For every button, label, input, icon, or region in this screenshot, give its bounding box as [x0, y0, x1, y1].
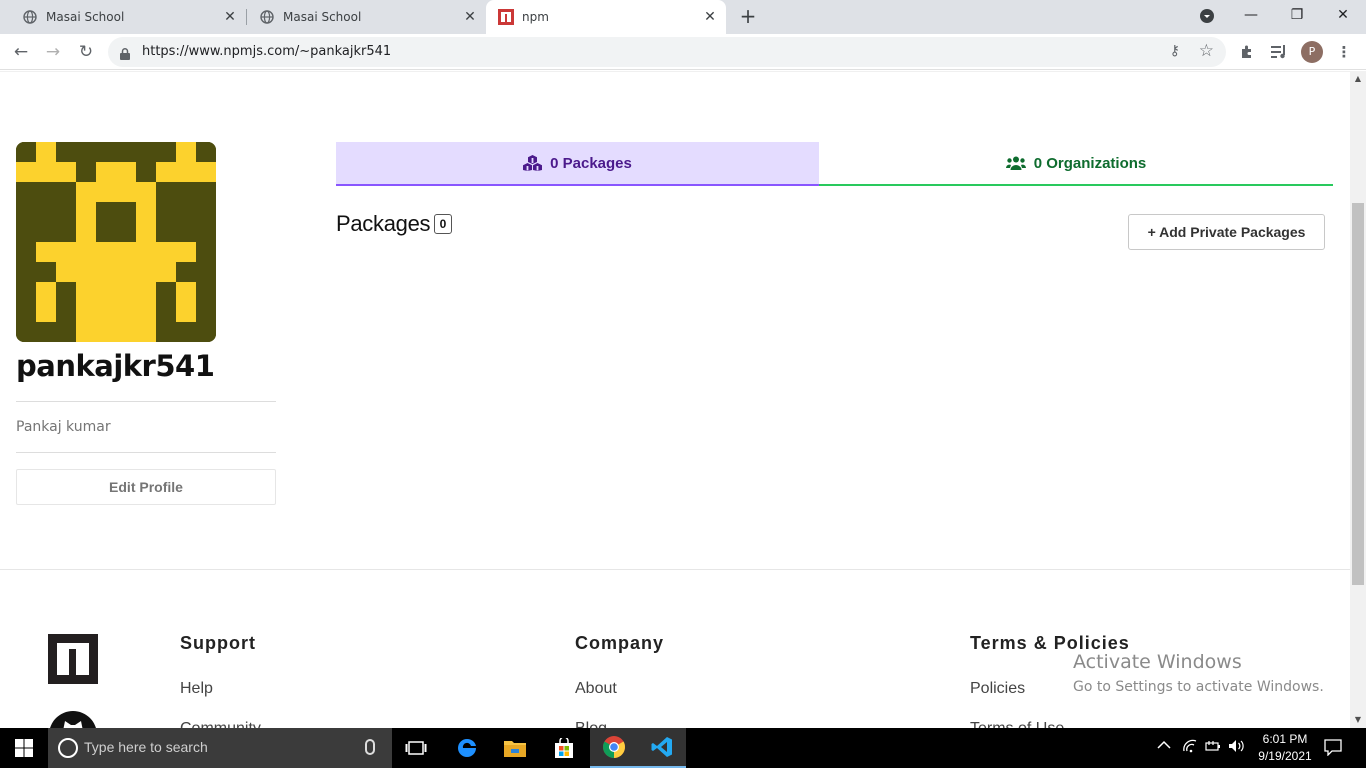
close-tab-icon[interactable]: ✕ [462, 9, 478, 25]
menu-kebab-icon[interactable]: ⋮ [1333, 41, 1355, 63]
npm-logo-icon[interactable] [48, 634, 98, 684]
users-icon [1005, 156, 1026, 170]
packages-heading: Packages [336, 211, 431, 236]
close-tab-icon[interactable]: ✕ [702, 9, 718, 25]
browser-tab[interactable]: Masai School ✕ [237, 0, 486, 34]
close-window-icon[interactable]: ✕ [1320, 0, 1366, 30]
browser-tab-active[interactable]: npm ✕ [486, 0, 726, 34]
address-bar[interactable]: https://www.npmjs.com/~pankajkr541 ⚷ ☆ [108, 37, 1226, 67]
microphone-icon[interactable] [365, 739, 375, 755]
profile-full-name: Pankaj kumar [16, 419, 111, 435]
globe-icon [259, 9, 275, 25]
reload-icon[interactable]: ↻ [73, 39, 99, 65]
npm-icon [498, 9, 514, 25]
activate-windows-watermark: Activate Windows Go to Settings to activ… [1073, 651, 1324, 695]
footer-link-community[interactable]: Community [180, 720, 261, 728]
footer-divider [0, 569, 1350, 570]
footer-link-blog[interactable]: Blog [575, 720, 664, 728]
tab-organizations[interactable]: 0 Organizations [819, 142, 1333, 186]
taskbar-search-placeholder: Type here to search [84, 739, 208, 755]
footer-link-help[interactable]: Help [180, 680, 261, 702]
lock-icon [120, 45, 130, 60]
tab-packages[interactable]: 0 Packages [336, 142, 819, 186]
user-avatar [16, 142, 216, 342]
chrome-icon[interactable] [590, 728, 638, 768]
restore-icon[interactable]: ❐ [1274, 0, 1320, 30]
wifi-icon[interactable] [1182, 739, 1198, 757]
browser-tab-title: Masai School [46, 10, 125, 24]
taskbar-search-input[interactable]: Type here to search [48, 728, 392, 768]
page-content: pankajkr541 Pankaj kumar Edit Profile 0 … [0, 71, 1350, 728]
profile-avatar[interactable]: P [1301, 41, 1323, 63]
footer-link-about[interactable]: About [575, 680, 664, 702]
browser-tab-title: npm [522, 10, 549, 24]
browser-toolbar: ← → ↻ https://www.npmjs.com/~pankajkr541… [0, 34, 1366, 70]
footer-link-terms-of-use[interactable]: Terms of Use [970, 720, 1130, 728]
show-hidden-icons-icon[interactable] [1157, 739, 1171, 754]
watermark-subtitle: Go to Settings to activate Windows. [1073, 679, 1324, 695]
browser-tab-strip: Masai School ✕ Masai School ✕ npm ✕ + — … [0, 0, 1366, 34]
browser-tab-title: Masai School [283, 10, 362, 24]
tab-search-icon[interactable] [1184, 0, 1230, 30]
watermark-title: Activate Windows [1073, 651, 1242, 673]
add-private-packages-button[interactable]: + Add Private Packages [1128, 214, 1325, 250]
bookmark-star-icon[interactable]: ☆ [1199, 41, 1214, 61]
footer-company-column: Company About Blog [575, 633, 664, 728]
footer-company-heading: Company [575, 633, 665, 653]
packages-icon [523, 155, 543, 171]
page-scrollbar[interactable]: ▲ ▼ [1350, 71, 1366, 728]
microsoft-store-icon[interactable] [540, 728, 588, 768]
taskbar-clock[interactable]: 6:01 PM 9/19/2021 [1256, 731, 1314, 765]
battery-icon[interactable] [1205, 739, 1221, 757]
windows-taskbar: Type here to search 6:01 PM 9/19/2021 [0, 728, 1366, 768]
edit-profile-button[interactable]: Edit Profile [16, 469, 276, 505]
browser-tab[interactable]: Masai School ✕ [0, 0, 246, 34]
footer-support-column: Support Help Community [180, 633, 261, 728]
clock-date: 9/19/2021 [1258, 749, 1312, 763]
footer-support-heading: Support [180, 633, 256, 653]
edge-browser-icon[interactable] [443, 728, 491, 768]
divider [16, 401, 276, 402]
search-icon [58, 738, 78, 758]
media-control-icon[interactable] [1268, 41, 1290, 63]
volume-icon[interactable] [1228, 739, 1246, 757]
tab-packages-label: 0 Packages [550, 154, 632, 172]
notifications-icon[interactable] [1324, 738, 1342, 760]
file-explorer-icon[interactable] [491, 728, 539, 768]
divider [16, 452, 276, 453]
scroll-down-icon[interactable]: ▼ [1350, 712, 1366, 728]
close-tab-icon[interactable]: ✕ [222, 9, 238, 25]
minimize-icon[interactable]: — [1228, 0, 1274, 30]
forward-icon[interactable]: → [40, 39, 66, 65]
tab-organizations-label: 0 Organizations [1033, 154, 1147, 172]
back-icon[interactable]: ← [8, 39, 34, 65]
windows-start-icon[interactable] [0, 728, 48, 768]
scroll-thumb[interactable] [1352, 203, 1364, 585]
scroll-up-icon[interactable]: ▲ [1350, 71, 1366, 87]
key-icon[interactable]: ⚷ [1170, 43, 1180, 59]
header-edge [0, 71, 1350, 77]
globe-icon [22, 9, 38, 25]
new-tab-icon[interactable]: + [736, 5, 760, 29]
task-view-icon[interactable] [392, 728, 440, 768]
clock-time: 6:01 PM [1262, 732, 1308, 746]
url-text: https://www.npmjs.com/~pankajkr541 [142, 44, 392, 59]
packages-count-badge: 0 [434, 214, 452, 234]
profile-username: pankajkr541 [16, 349, 215, 383]
github-icon[interactable] [49, 711, 97, 728]
extensions-icon[interactable] [1236, 41, 1258, 63]
vscode-icon[interactable] [638, 728, 686, 768]
